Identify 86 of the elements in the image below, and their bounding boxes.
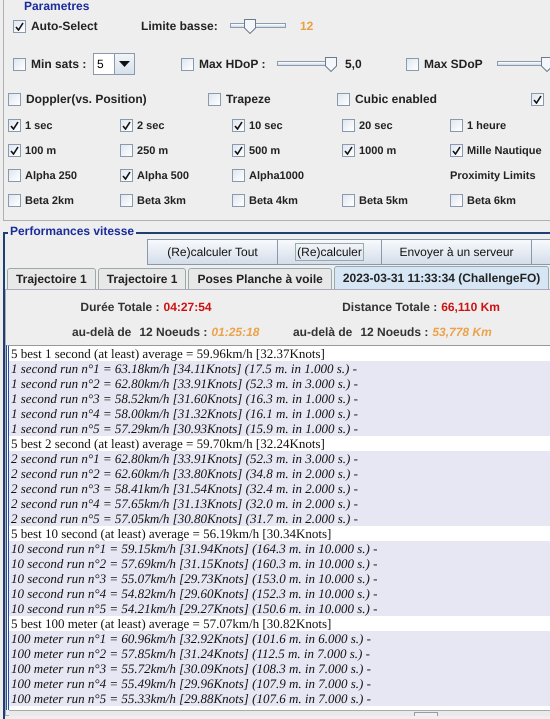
- checkbox-box[interactable]: [8, 194, 21, 207]
- stat-value: 04:27:54: [164, 300, 212, 314]
- checkbox[interactable]: Beta 6km: [450, 194, 516, 207]
- checkbox[interactable]: Auto-Select: [13, 19, 98, 33]
- checkbox[interactable]: 1 sec: [8, 119, 53, 132]
- slider[interactable]: [497, 56, 550, 72]
- checkbox[interactable]: 250 m: [120, 144, 168, 157]
- result-summary-line: 5 best 1 second (at least) average = 59.96km/h [32.37Knots]: [10, 346, 326, 361]
- checkbox-box[interactable]: [232, 194, 245, 207]
- stat-label: Durée Totale :: [80, 300, 160, 314]
- checkbox-box[interactable]: [8, 92, 21, 106]
- checkbox-box[interactable]: [8, 144, 21, 157]
- button[interactable]: (Re)calculer Tout: [147, 239, 278, 265]
- checkbox-box[interactable]: [13, 20, 26, 32]
- checkbox[interactable]: Doppler(vs. Position): [8, 92, 147, 106]
- checkbox[interactable]: Min sats :: [13, 57, 86, 71]
- slider[interactable]: [230, 18, 286, 34]
- checkbox-box[interactable]: [342, 194, 355, 207]
- checkbox-box[interactable]: [208, 92, 221, 106]
- checkbox-box[interactable]: [13, 58, 26, 70]
- checkbox[interactable]: Max SDoP: [406, 57, 483, 71]
- tab[interactable]: Trajectoire 1: [7, 268, 96, 289]
- checkbox[interactable]: Alpha 500: [120, 169, 189, 182]
- label: Proximity Limits: [450, 170, 536, 182]
- checkbox-box[interactable]: [120, 119, 133, 132]
- button[interactable]: Envoyer à un serveur: [382, 239, 532, 265]
- slider-value: 12: [300, 19, 314, 33]
- checkbox[interactable]: Beta 5km: [342, 194, 408, 207]
- slider-thumb[interactable]: [244, 18, 256, 34]
- checkbox-box[interactable]: [120, 144, 133, 157]
- button[interactable]: (Re)calculer: [278, 239, 382, 265]
- checkbox-box[interactable]: [8, 169, 21, 182]
- checkbox[interactable]: 1000 m: [342, 144, 396, 157]
- checkbox[interactable]: [531, 92, 544, 106]
- checkbox[interactable]: Alpha 250: [8, 169, 77, 182]
- checkbox-box[interactable]: [232, 144, 245, 157]
- dropdown[interactable]: 5: [93, 53, 135, 75]
- checkbox-box[interactable]: [120, 169, 133, 182]
- caret-icon: [119, 61, 130, 67]
- stat-label: au-delà de: [72, 324, 132, 338]
- slider-value: 5,0: [345, 57, 362, 71]
- checkbox[interactable]: 500 m: [232, 144, 280, 157]
- stat-value: 53,778 Km: [432, 324, 492, 338]
- slider[interactable]: [277, 56, 337, 72]
- slider-thumb[interactable]: [325, 56, 337, 72]
- checkbox-box[interactable]: [120, 194, 133, 207]
- checkbox-box[interactable]: [337, 92, 350, 106]
- checkbox-box[interactable]: [181, 58, 194, 70]
- checkbox[interactable]: Cubic enabled: [337, 92, 438, 106]
- checkbox-box[interactable]: [342, 119, 355, 132]
- checkbox-box[interactable]: [8, 119, 21, 132]
- checkbox[interactable]: Beta 3km: [120, 194, 186, 207]
- checkbox[interactable]: Beta 2km: [8, 194, 74, 207]
- checkbox[interactable]: 10 sec: [232, 119, 283, 132]
- checkbox[interactable]: Max HDoP :: [181, 57, 266, 71]
- result-summary-line: 5 best 100 meter (at least) average = 57.07km/h [30.82Knots]: [10, 616, 332, 631]
- checkbox[interactable]: 2 sec: [120, 119, 165, 132]
- checkbox[interactable]: Alpha1000: [232, 169, 304, 182]
- result-summary-line: 5 best 2 second (at least) average = 59.70km/h [32.24Knots]: [10, 436, 326, 451]
- stat-label: Distance Totale :: [342, 300, 438, 314]
- checkbox-box[interactable]: [450, 194, 463, 207]
- checkbox[interactable]: Beta 4km: [232, 194, 298, 207]
- checkbox[interactable]: 1 heure: [450, 119, 506, 132]
- result-summary-line: 5 best 10 second (at least) average = 56.19km/h [30.34Knots]: [10, 526, 332, 541]
- tab[interactable]: Poses Planche à voile: [188, 268, 332, 289]
- checkbox-box[interactable]: [232, 119, 245, 132]
- checkbox[interactable]: Trapeze: [208, 92, 271, 106]
- threshold-label: 12 Noeuds :: [139, 324, 208, 338]
- panel-title: Performances vitesse: [8, 224, 136, 238]
- stat-value: 66,110 Km: [441, 300, 500, 314]
- checkbox-box[interactable]: [450, 119, 463, 132]
- checkbox-box[interactable]: [450, 144, 463, 157]
- slider-thumb[interactable]: [541, 56, 550, 72]
- checkbox[interactable]: 20 sec: [342, 119, 393, 132]
- checkbox[interactable]: Mille Nautique: [450, 144, 542, 157]
- checkbox-box[interactable]: [232, 169, 245, 182]
- stat-value: 01:25:18: [211, 324, 260, 338]
- checkbox-box[interactable]: [342, 144, 355, 157]
- checkbox-box[interactable]: [406, 58, 419, 70]
- tab[interactable]: Trajectoire 1: [98, 268, 186, 289]
- stat-label: au-delà de: [293, 324, 352, 338]
- checkbox[interactable]: 100 m: [8, 144, 56, 157]
- panel-title: Parametres: [22, 0, 92, 13]
- label: Limite basse:: [141, 19, 218, 33]
- threshold-label: 12 Noeuds :: [360, 324, 428, 338]
- tab[interactable]: 2023-03-31 11:33:34 (ChallengeFO): [334, 266, 550, 289]
